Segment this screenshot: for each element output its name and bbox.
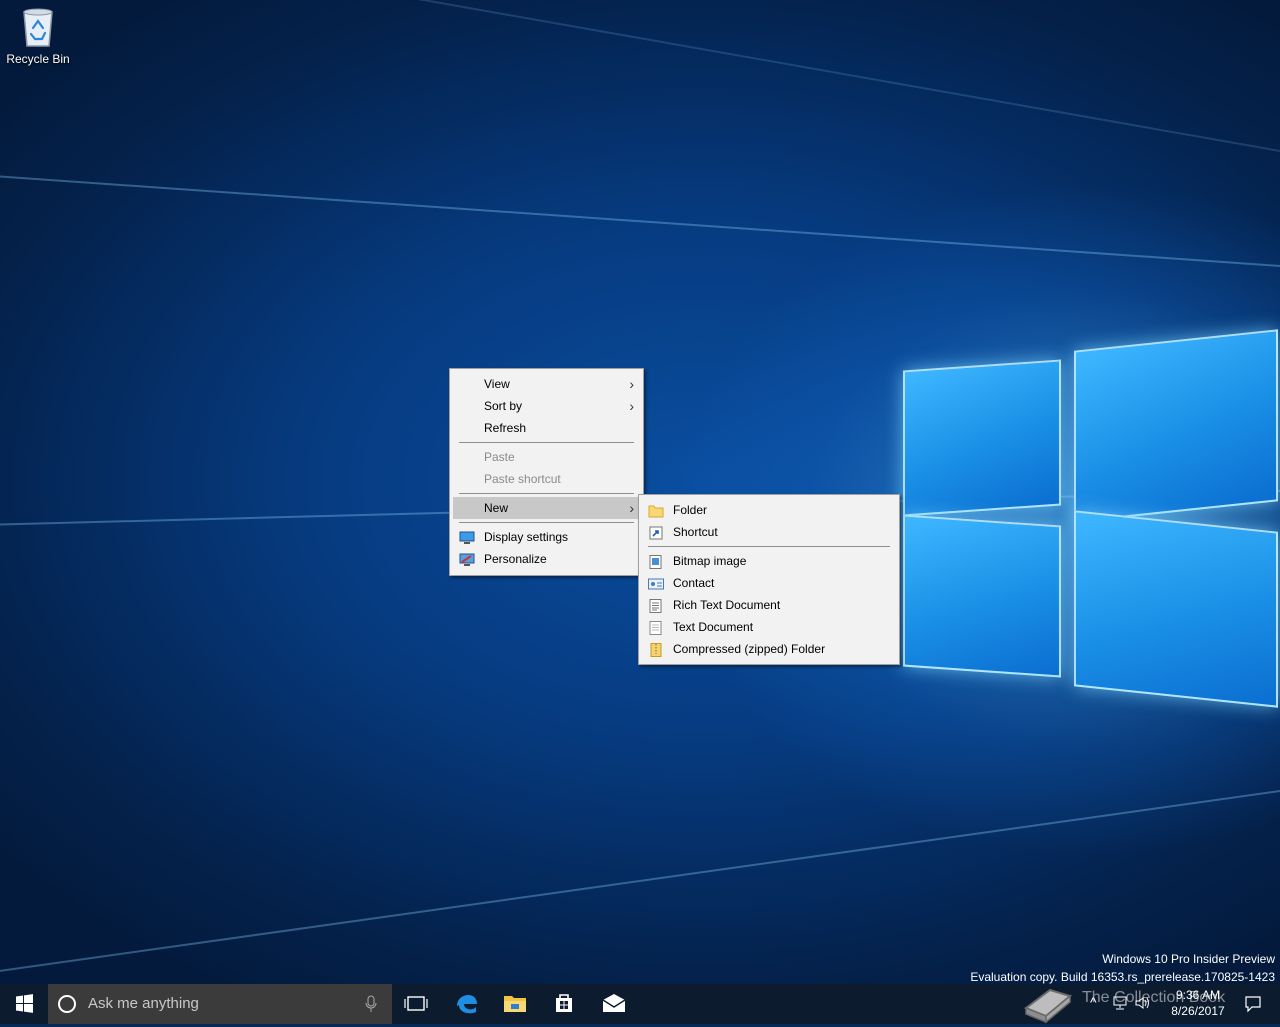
mail-button[interactable]	[590, 984, 638, 1024]
new-submenu: Folder Shortcut Bitmap image Contact Ric…	[638, 494, 900, 665]
menu-item-view[interactable]: View ›	[453, 373, 640, 395]
light-ray	[0, 172, 1280, 267]
menu-item-label: Sort by	[484, 399, 523, 413]
contact-icon	[648, 576, 664, 590]
rich-text-icon	[648, 598, 664, 613]
menu-separator	[459, 442, 634, 443]
display-settings-icon	[459, 530, 475, 544]
network-icon[interactable]	[1112, 995, 1128, 1011]
menu-separator	[648, 546, 890, 547]
chevron-right-icon: ›	[629, 398, 634, 414]
submenu-item-shortcut[interactable]: Shortcut	[642, 521, 896, 543]
start-button[interactable]	[0, 984, 48, 1024]
menu-item-label: Paste shortcut	[484, 472, 561, 486]
system-tray: The Collection Book ^ 9:36 AM 8/26/2017	[1020, 984, 1280, 1024]
chevron-right-icon: ›	[629, 376, 634, 392]
menu-item-refresh[interactable]: Refresh	[453, 417, 640, 439]
microphone-icon	[365, 995, 377, 1012]
submenu-item-folder[interactable]: Folder	[642, 499, 896, 521]
submenu-item-zip-folder[interactable]: Compressed (zipped) Folder	[642, 638, 896, 660]
submenu-item-text-document[interactable]: Text Document	[642, 616, 896, 638]
show-hidden-icons-chevron-icon[interactable]: ^	[1090, 994, 1097, 1010]
menu-item-paste[interactable]: Paste	[453, 446, 640, 468]
shortcut-icon	[648, 525, 664, 540]
menu-item-label: Personalize	[484, 552, 547, 566]
volume-icon[interactable]	[1134, 995, 1150, 1011]
cortana-search-box[interactable]: Ask me anything	[48, 984, 392, 1024]
logo-pane-bottom-right	[1074, 510, 1278, 708]
light-ray	[0, 790, 1280, 976]
edge-button[interactable]	[442, 984, 490, 1024]
menu-item-label: Display settings	[484, 530, 569, 544]
menu-item-label: New	[484, 501, 509, 515]
menu-item-label: Shortcut	[673, 525, 718, 539]
book-overlay-icon	[1020, 978, 1076, 1027]
task-view-button[interactable]	[392, 984, 440, 1024]
cortana-circle-icon	[58, 995, 76, 1013]
watermark-line-build: Evaluation copy. Build 16353.rs_prerelea…	[970, 970, 1275, 984]
logo-pane-bottom-left	[903, 514, 1061, 678]
menu-item-label: Rich Text Document	[673, 598, 781, 612]
file-explorer-button[interactable]	[491, 984, 539, 1024]
chevron-right-icon: ›	[629, 500, 634, 516]
personalize-icon	[459, 552, 475, 566]
menu-item-sort-by[interactable]: Sort by ›	[453, 395, 640, 417]
menu-separator	[459, 493, 634, 494]
menu-separator	[459, 522, 634, 523]
desktop-context-menu: View › Sort by › Refresh Paste Paste sho…	[449, 368, 644, 576]
store-button[interactable]	[540, 984, 588, 1024]
folder-icon	[648, 503, 664, 518]
menu-item-personalize[interactable]: Personalize	[453, 548, 640, 570]
clock-date: 8/26/2017	[1171, 1004, 1225, 1018]
file-explorer-icon	[504, 996, 526, 1012]
menu-item-label: Paste	[484, 450, 515, 464]
mail-icon	[602, 994, 626, 1012]
menu-item-paste-shortcut[interactable]: Paste shortcut	[453, 468, 640, 490]
submenu-item-bitmap[interactable]: Bitmap image	[642, 550, 896, 572]
watermark-line-edition: Windows 10 Pro Insider Preview	[1102, 952, 1275, 966]
menu-item-label: View	[484, 377, 510, 391]
clock[interactable]: 9:36 AM 8/26/2017	[1164, 987, 1232, 1019]
desktop[interactable]: Recycle Bin View › Sort by › Refresh Pas…	[0, 0, 1280, 984]
recycle-bin-icon-tile[interactable]: Recycle Bin	[4, 6, 72, 66]
zip-folder-icon	[648, 642, 664, 657]
menu-item-label: Refresh	[484, 421, 527, 435]
menu-item-label: Text Document	[673, 620, 754, 634]
submenu-item-contact[interactable]: Contact	[642, 572, 896, 594]
recycle-bin-label: Recycle Bin	[6, 52, 70, 66]
menu-item-label: Contact	[673, 576, 715, 590]
action-center-icon[interactable]	[1244, 995, 1262, 1013]
search-placeholder: Ask me anything	[88, 995, 199, 1012]
menu-item-label: Compressed (zipped) Folder	[673, 642, 826, 656]
light-ray	[0, 0, 1280, 152]
logo-pane-top-left	[903, 359, 1061, 517]
build-watermark: Windows 10 Pro Insider Preview Evaluatio…	[970, 950, 1275, 984]
windows-logo-icon	[16, 994, 33, 1013]
task-view-icon	[404, 996, 428, 1011]
taskbar: Ask me anything The Collection Book ^ 9:…	[0, 984, 1280, 1024]
menu-item-new[interactable]: New ›	[453, 497, 640, 519]
clock-time: 9:36 AM	[1175, 988, 1221, 1002]
logo-pane-top-right	[1074, 329, 1278, 523]
text-document-icon	[648, 620, 664, 635]
menu-item-display-settings[interactable]: Display settings	[453, 526, 640, 548]
edge-icon	[457, 995, 477, 1014]
recycle-bin-icon	[21, 6, 55, 48]
menu-item-label: Folder	[673, 503, 708, 517]
submenu-item-rich-text[interactable]: Rich Text Document	[642, 594, 896, 616]
menu-item-label: Bitmap image	[673, 554, 747, 568]
bitmap-icon	[648, 554, 664, 569]
store-icon	[556, 994, 572, 1012]
